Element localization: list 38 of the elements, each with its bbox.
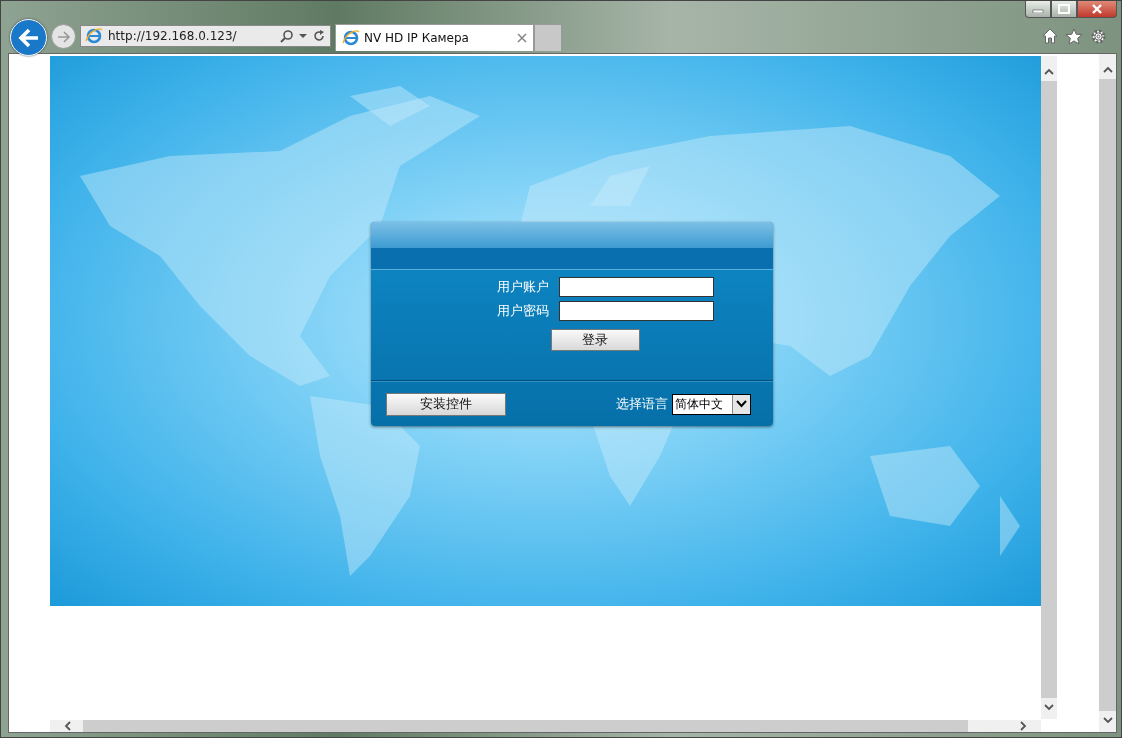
input-field[interactable]	[558, 301, 714, 321]
ie-logo-icon	[342, 29, 360, 47]
browser-tab[interactable]: NV HD IP Камера	[335, 24, 534, 51]
vertical-scrollbar[interactable]	[1041, 56, 1057, 719]
field-label: 用户密码	[495, 302, 549, 320]
home-icon[interactable]	[1042, 28, 1058, 44]
address-bar[interactable]: http://192.168.0.123/	[80, 25, 331, 47]
url-text: http://192.168.0.123/	[108, 29, 238, 43]
dropdown-caret-icon	[735, 400, 747, 408]
scroll-down-icon[interactable]	[1044, 704, 1054, 711]
back-arrow-icon	[17, 27, 40, 48]
horizontal-scrollbar[interactable]	[50, 720, 1041, 732]
close-icon	[1091, 4, 1103, 14]
scroll-down-icon[interactable]	[1102, 717, 1113, 724]
scroll-right-icon[interactable]	[1020, 721, 1027, 731]
input-field[interactable]	[558, 277, 714, 297]
maximize-button[interactable]	[1051, 1, 1077, 18]
login-button[interactable]: 登录	[550, 329, 640, 351]
close-window-button[interactable]	[1077, 1, 1117, 18]
back-button[interactable]	[10, 19, 47, 56]
refresh-icon[interactable]	[312, 29, 326, 43]
install-plugin-button[interactable]: 安装控件	[385, 392, 506, 416]
maximize-icon	[1058, 4, 1070, 14]
language-label: 选择语言	[615, 395, 668, 413]
scroll-left-icon[interactable]	[64, 721, 71, 731]
star-icon[interactable]	[1065, 28, 1083, 45]
ie-logo-icon	[85, 27, 103, 45]
dropdown-caret-icon[interactable]	[299, 33, 307, 39]
settings-icon[interactable]	[1090, 28, 1107, 45]
language-select[interactable]: 简体中文	[671, 393, 751, 415]
close-tab-icon[interactable]	[517, 33, 527, 43]
field-label: 用户账户	[495, 278, 549, 296]
scroll-up-icon[interactable]	[1044, 68, 1054, 75]
scroll-up-icon[interactable]	[1102, 66, 1113, 73]
vertical-scrollbar[interactable]	[1099, 54, 1116, 732]
minimize-button[interactable]	[1025, 1, 1051, 18]
forward-arrow-icon	[56, 30, 71, 43]
search-icon[interactable]	[280, 29, 294, 43]
